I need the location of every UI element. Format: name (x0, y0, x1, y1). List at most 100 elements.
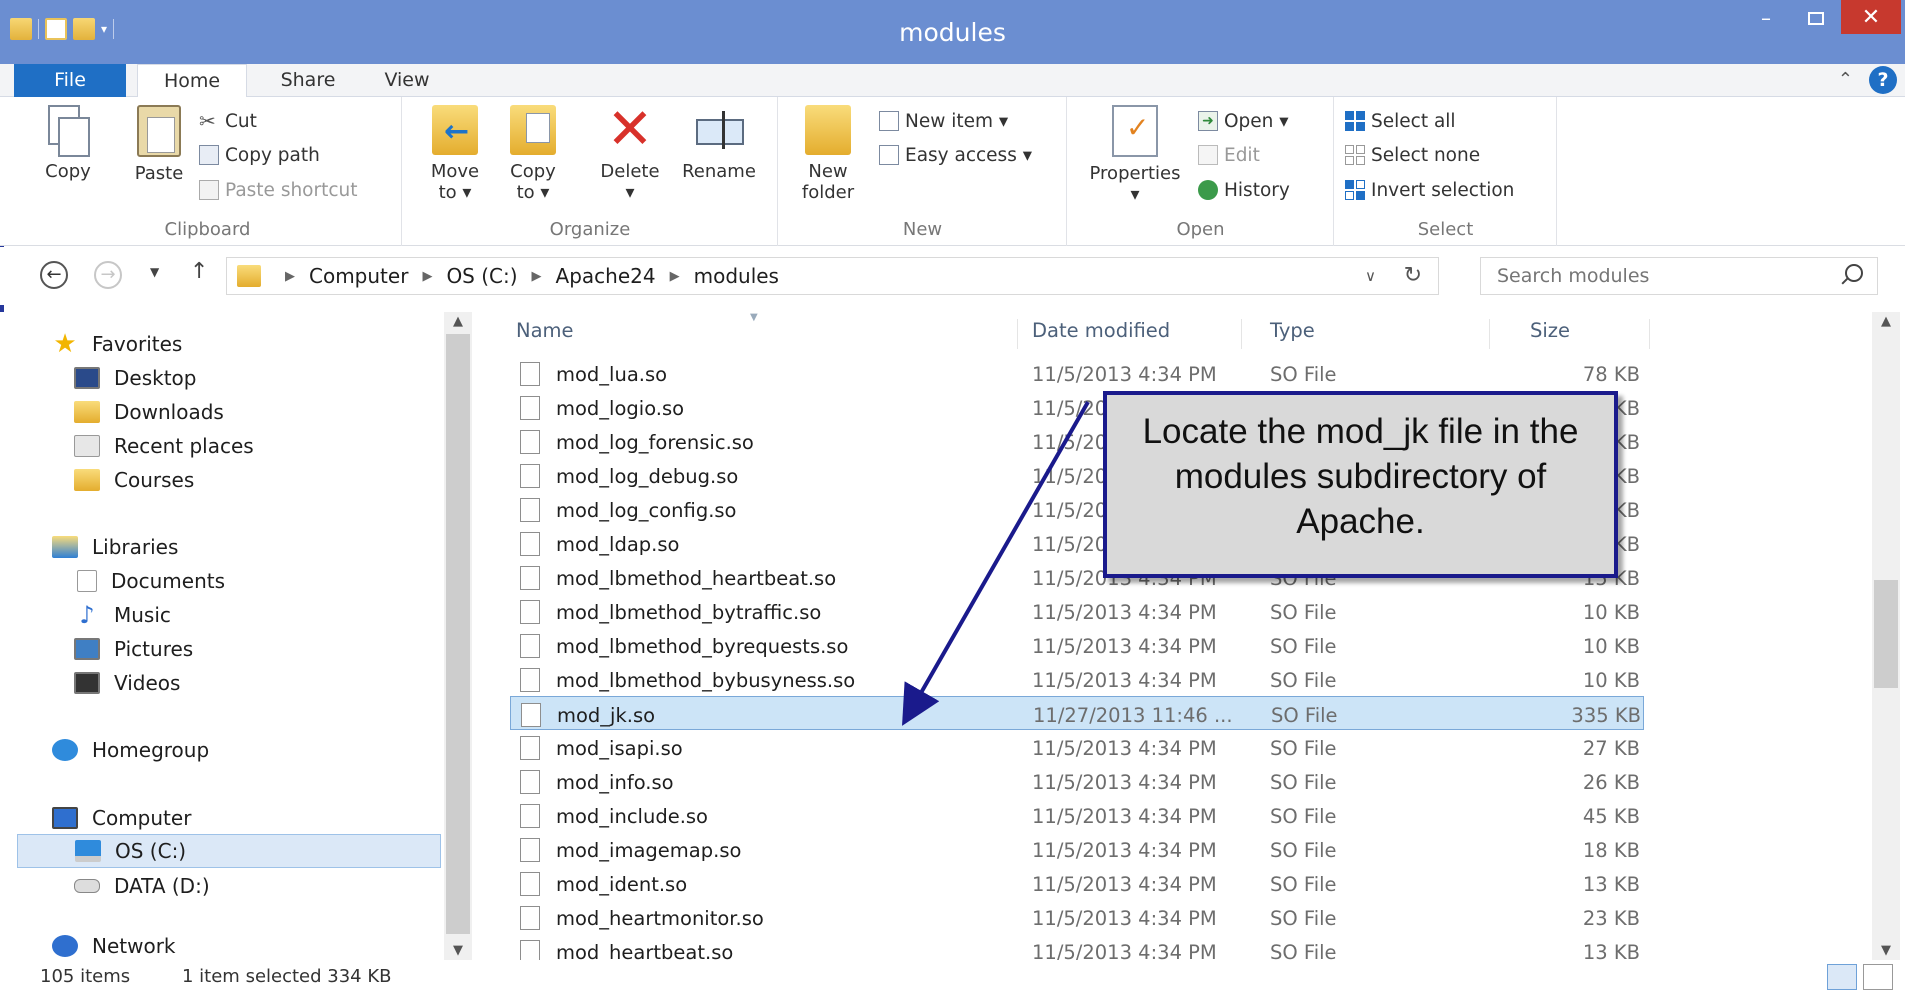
select-label: Select (1417, 219, 1474, 240)
breadcrumb-computer[interactable]: Computer (309, 264, 408, 288)
nav-courses[interactable]: Courses (74, 464, 194, 496)
address-dropdown-icon[interactable]: ∨ (1365, 267, 1376, 285)
refresh-icon[interactable]: ↻ (1404, 263, 1422, 288)
search-input[interactable] (1481, 258, 1821, 294)
address-bar[interactable]: ▶ Computer ▶ OS (C:) ▶ Apache24 ▶ module… (226, 257, 1439, 295)
file-row[interactable]: mod_info.so 11/5/2013 4:34 PM SO File 26 KB (510, 764, 1644, 798)
column-header-name[interactable]: Name (516, 319, 1018, 349)
copy-path-button[interactable]: Copy path (199, 141, 320, 169)
nav-desktop[interactable]: Desktop (74, 362, 196, 394)
file-row[interactable]: mod_heartbeat.so 11/5/2013 4:34 PM SO File… (510, 934, 1644, 960)
nav-documents[interactable]: Documents (74, 565, 225, 597)
search-box[interactable] (1480, 257, 1878, 295)
delete-dropdown-icon[interactable]: ▾ (595, 182, 665, 203)
breadcrumb-chevron-icon[interactable]: ▶ (532, 269, 542, 284)
file-type: SO File (1270, 839, 1337, 862)
file-row[interactable]: mod_ident.so 11/5/2013 4:34 PM SO File 13 K… (510, 866, 1644, 900)
file-name: mod_imagemap.so (556, 839, 742, 862)
file-row[interactable]: mod_lbmethod_byrequests.so 11/5/2013 4:34… (510, 628, 1644, 662)
properties-dropdown-icon[interactable]: ▾ (1080, 184, 1190, 205)
properties-button[interactable]: Properties ▾ (1080, 105, 1190, 205)
nav-computer[interactable]: Computer (52, 802, 191, 834)
nav-scrollbar[interactable]: ▲ ▼ (444, 312, 472, 960)
scroll-down-icon[interactable]: ▼ (444, 943, 472, 958)
breadcrumb-os-c[interactable]: OS (C:) (446, 264, 517, 288)
folder-icon (237, 265, 261, 287)
nav-network[interactable]: Network (52, 930, 176, 962)
nav-videos[interactable]: Videos (74, 667, 180, 699)
select-none-button[interactable]: Select none (1345, 141, 1480, 169)
scroll-up-icon[interactable]: ▲ (444, 314, 472, 329)
nav-data-d[interactable]: DATA (D:) (74, 870, 210, 902)
new-item-button[interactable]: New item ▾ (879, 107, 1008, 135)
details-view-icon[interactable] (1827, 964, 1857, 990)
nav-scroll-thumb[interactable] (446, 334, 470, 934)
file-row-selected[interactable]: mod_jk.so 11/27/2013 11:46 ... SO File 335 … (510, 696, 1644, 730)
navigation-pane: ★ Favorites Desktop Downloads Recent pla… (0, 312, 444, 960)
file-date: 11/5/2013 4:34 PM (1032, 941, 1217, 960)
nav-downloads[interactable]: Downloads (74, 396, 224, 428)
nav-favorites[interactable]: ★ Favorites (52, 328, 182, 360)
nav-label: Documents (111, 569, 226, 593)
nav-label: DATA (D:) (114, 874, 210, 898)
column-header-date[interactable]: Date modified (1032, 319, 1242, 349)
maximize-button[interactable] (1795, 0, 1837, 36)
tab-share[interactable]: Share (262, 64, 354, 97)
copy-button[interactable]: Copy (38, 105, 98, 182)
file-row[interactable]: mod_heartmonitor.so 11/5/2013 4:34 PM SO F… (510, 900, 1644, 934)
tab-file[interactable]: File (14, 64, 126, 97)
copy-to-button[interactable]: Copy to ▾ (503, 105, 563, 203)
breadcrumb-apache24[interactable]: Apache24 (556, 264, 656, 288)
new-folder-button[interactable]: New folder (797, 105, 859, 203)
edit-button[interactable]: Edit (1198, 141, 1260, 169)
breadcrumb-chevron-icon[interactable]: ▶ (422, 269, 432, 284)
nav-label: Videos (114, 671, 181, 695)
breadcrumb-modules[interactable]: modules (694, 264, 779, 288)
search-icon[interactable] (1845, 264, 1863, 282)
nav-homegroup[interactable]: Homegroup (52, 734, 209, 766)
nav-recent-places[interactable]: Recent places (74, 430, 254, 462)
file-list-scrollbar[interactable]: ▲ ▼ (1872, 312, 1900, 960)
breadcrumb-chevron-icon[interactable]: ▶ (285, 269, 295, 284)
nav-libraries[interactable]: Libraries (52, 531, 178, 563)
scroll-up-icon[interactable]: ▲ (1872, 314, 1900, 329)
file-row[interactable]: mod_lbmethod_bytraffic.so 11/5/2013 4:34 … (510, 594, 1644, 628)
chevron-up-icon[interactable]: ⌃ (1838, 69, 1853, 90)
cut-button[interactable]: ✂ Cut (199, 107, 257, 135)
scroll-down-icon[interactable]: ▼ (1872, 943, 1900, 958)
file-icon (520, 634, 540, 658)
invert-selection-button[interactable]: Invert selection (1345, 176, 1514, 204)
help-icon[interactable]: ? (1869, 66, 1897, 94)
desktop-icon (74, 367, 100, 389)
file-row[interactable]: mod_isapi.so 11/5/2013 4:34 PM SO File 27 K… (510, 730, 1644, 764)
minimize-button[interactable]: – (1745, 0, 1787, 36)
up-arrow-icon[interactable]: ↑ (190, 259, 208, 284)
tab-home[interactable]: Home (137, 64, 247, 98)
nav-music[interactable]: ♪ Music (74, 599, 171, 631)
forward-arrow-icon[interactable]: → (94, 261, 122, 289)
tab-view[interactable]: View (372, 64, 442, 97)
column-header-type[interactable]: Type (1270, 319, 1490, 349)
nav-os-c[interactable]: OS (C:) (17, 834, 441, 868)
nav-pictures[interactable]: Pictures (74, 633, 193, 665)
move-to-button[interactable]: Move to ▾ (425, 105, 485, 203)
rename-button[interactable]: Rename (677, 105, 761, 182)
history-button[interactable]: History (1198, 176, 1290, 204)
column-header-size[interactable]: Size (1530, 319, 1650, 349)
delete-button[interactable]: ✕ Delete ▾ (595, 102, 665, 204)
close-button[interactable]: ✕ (1841, 0, 1901, 34)
large-icons-view-icon[interactable] (1863, 964, 1893, 990)
file-row[interactable]: mod_imagemap.so 11/5/2013 4:34 PM SO File 1… (510, 832, 1644, 866)
open-button[interactable]: ➜ Open ▾ (1198, 107, 1289, 135)
recent-locations-dropdown-icon[interactable]: ▼ (150, 265, 159, 279)
paste-shortcut-button[interactable]: Paste shortcut (199, 176, 358, 204)
breadcrumb-chevron-icon[interactable]: ▶ (670, 269, 680, 284)
file-row[interactable]: mod_lbmethod_bybusyness.so 11/5/2013 4:34… (510, 662, 1644, 696)
easy-access-button[interactable]: Easy access ▾ (879, 141, 1032, 169)
file-row[interactable]: mod_include.so 11/5/2013 4:34 PM SO File 45… (510, 798, 1644, 832)
paste-button[interactable]: Paste (124, 105, 194, 184)
file-list-scroll-thumb[interactable] (1874, 580, 1898, 688)
back-arrow-icon[interactable]: ← (40, 261, 68, 289)
file-row[interactable]: mod_lua.so 11/5/2013 4:34 PM SO File 78 KB (510, 356, 1644, 390)
select-all-button[interactable]: Select all (1345, 107, 1456, 135)
